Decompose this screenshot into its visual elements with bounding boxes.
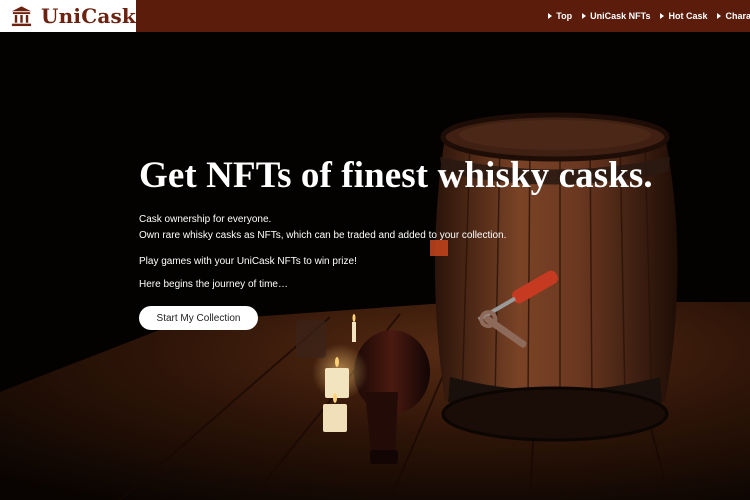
hero-line-4: Here begins the journey of time… [139,279,288,290]
nav-item-unicask-nfts[interactable]: UniCask NFTs [582,11,650,21]
nav-label: Hot Cask [668,11,708,21]
hero-line-3: Play games with your UniCask NFTs to win… [139,256,357,267]
nav-item-hot-cask[interactable]: Hot Cask [660,11,707,21]
main-nav: Top UniCask NFTs Hot Cask Charac [538,0,750,32]
triangle-right-icon [582,13,587,19]
nav-label: Charac [725,11,750,21]
nav-label: Top [556,11,573,21]
start-collection-button[interactable]: Start My Collection [139,306,258,330]
hero-line-2: Own rare whisky casks as NFTs, which can… [139,230,507,241]
hero-headline: Get NFTs of finest whisky casks. [139,155,653,196]
nav-item-characters[interactable]: Charac [717,11,750,21]
hero-line-1: Cask ownership for everyone. [139,214,272,225]
top-navigation-bar: UniCask Top UniCask NFTs Hot Cask Charac [0,0,750,32]
nav-item-top[interactable]: Top [548,11,572,21]
building-icon [11,6,32,27]
brand-name: UniCask [41,4,136,28]
triangle-right-icon [660,13,665,19]
glass [296,320,326,358]
hero-background-scene [0,32,750,500]
logo[interactable]: UniCask [0,0,136,32]
wall-tag [430,240,448,256]
triangle-right-icon [548,13,553,19]
triangle-right-icon [717,13,722,19]
nav-label: UniCask NFTs [590,11,651,21]
hero-section: Get NFTs of finest whisky casks. Cask ow… [0,32,750,500]
